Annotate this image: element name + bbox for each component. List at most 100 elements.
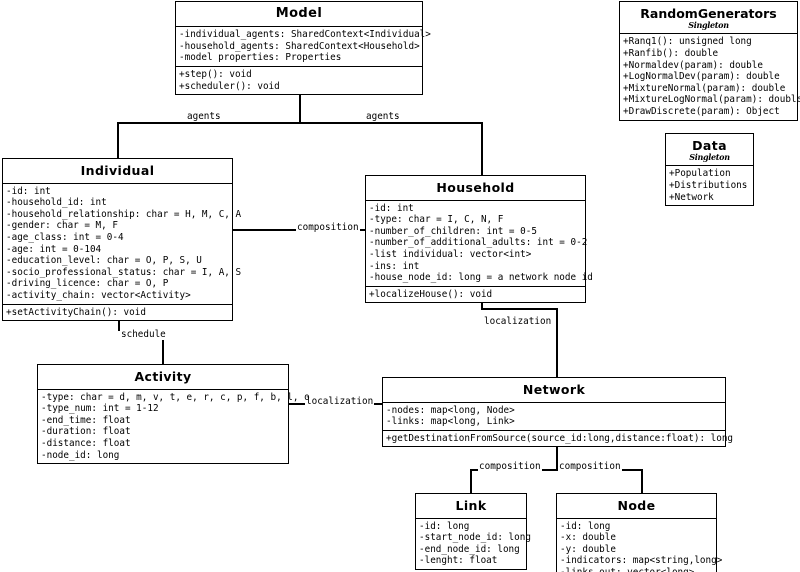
class-operation: +MixtureNormal(param): double: [623, 82, 786, 94]
class-title-network: Network: [383, 378, 725, 403]
edge-label-composition-network-link: composition: [478, 461, 542, 472]
uml-class-diagram: agents agents composition schedule local…: [0, 0, 800, 572]
class-attribute: -duration: float: [41, 426, 131, 438]
class-attributes-link: -id: long -start_node_id: long -end_node…: [416, 519, 531, 569]
class-attribute: -driving_licence: char = O, P: [6, 278, 169, 290]
class-box-individual[interactable]: Individual -id: int -household_id: int -…: [2, 158, 242, 322]
edge-label-composition-network-node: composition: [558, 461, 622, 472]
class-attributes-node: -id: long -x: double -y: double -indicat…: [557, 519, 723, 572]
class-attribute: -ins: int: [369, 260, 420, 272]
class-attribute: -type: char = d, m, v, t, e, r, c, p, f,…: [41, 391, 310, 403]
class-box-random-generators[interactable]: RandomGenerators Singleton +Ranq1(): uns…: [619, 1, 800, 121]
class-operation: +scheduler(): void: [179, 80, 280, 92]
class-attributes-individual: -id: int -household_id: int -household_r…: [3, 184, 242, 304]
connector-network-link: [470, 469, 472, 494]
class-attribute: -id: long: [419, 520, 470, 532]
class-attribute: -household_id: int: [6, 197, 107, 209]
class-attribute: -id: int: [369, 202, 414, 214]
class-box-activity[interactable]: Activity -type: char = d, m, v, t, e, r,…: [37, 364, 310, 465]
class-operation: +DrawDiscrete(param): Object: [623, 105, 780, 117]
class-attribute: -type: char = I, C, N, F: [369, 214, 504, 226]
class-title-link: Link: [416, 494, 526, 519]
class-operation: +Ranq1(): unsigned long: [623, 36, 752, 48]
class-title-random-generators: RandomGenerators Singleton: [620, 2, 797, 35]
class-operations-random-generators: +Ranq1(): unsigned long +Ranfib(): doubl…: [620, 34, 800, 119]
class-attribute: -end_node_id: long: [419, 543, 520, 555]
class-attributes-network: -nodes: map<long, Node> -links: map<long…: [383, 403, 725, 430]
class-operation: +LogNormalDev(param): double: [623, 71, 780, 83]
connector-localization-bend: [481, 308, 557, 310]
class-title-text: RandomGenerators: [640, 6, 777, 21]
class-attribute: -id: long: [560, 520, 611, 532]
class-operation: +setActivityChain(): void: [6, 306, 146, 318]
edge-label-agents-household: agents: [365, 111, 401, 122]
class-attribute: -age_class: int = 0-4: [6, 232, 124, 243]
class-operation: +Normaldev(param): double: [623, 59, 763, 71]
class-attribute: -activity_chain: vector<Activity>: [6, 289, 191, 301]
class-attribute: +Network: [669, 191, 714, 203]
connector-model-individual: [117, 122, 119, 159]
edge-label-schedule: schedule: [120, 329, 167, 340]
class-operation: +getDestinationFromSource(source_id:long…: [386, 432, 734, 444]
class-attribute: -individual_agents: SharedContext<Indivi…: [179, 29, 431, 41]
class-attribute: -household_relationship: char = H, M, C,…: [6, 208, 242, 220]
class-box-model[interactable]: Model -individual_agents: SharedContext<…: [175, 1, 431, 96]
class-attribute: -age: int = 0-104: [6, 243, 102, 255]
class-attribute: -number_of_additional_adults: int = 0-2: [369, 237, 588, 249]
class-attribute: -id: int: [6, 185, 51, 197]
class-attribute: -links_out: vector<long>: [559, 567, 714, 572]
class-title-household: Household: [366, 176, 585, 201]
edge-label-agents-individual: agents: [186, 111, 222, 122]
class-title-text: Data: [692, 138, 727, 153]
class-attribute: -links: map<long, Link>: [386, 416, 515, 428]
class-attribute: -end_time: float: [41, 414, 131, 426]
connector-localization-network: [556, 308, 558, 377]
class-attribute: -nodes: map<long, Node>: [386, 404, 515, 416]
class-attribute: +Population: [669, 168, 731, 180]
class-attribute: +Distributions: [669, 180, 748, 192]
connector-network-node: [641, 469, 643, 494]
connector-model-household: [481, 122, 483, 175]
class-attribute: -list individual: vector<int>: [369, 249, 532, 260]
class-operation: +localizeHouse(): void: [369, 288, 493, 300]
class-attributes-model: -individual_agents: SharedContext<Indivi…: [176, 27, 431, 66]
class-stereotype: Singleton: [688, 19, 729, 30]
class-operations-individual: +setActivityChain(): void: [3, 303, 232, 321]
class-attribute: -house_node_id: long = a network node id: [369, 272, 593, 284]
class-attribute: -type_num: int = 1-12: [41, 403, 159, 415]
class-title-node: Node: [557, 494, 716, 519]
class-attribute: -socio_professional_status: char = I, A,…: [6, 266, 242, 278]
class-attribute: -lenght: float: [419, 555, 498, 567]
class-attribute: -y: double: [560, 543, 616, 555]
class-attribute: -node_id: long: [41, 449, 120, 461]
class-box-data[interactable]: Data Singleton +Population +Distribution…: [665, 133, 754, 207]
class-attribute: -indicators: map<string,long>: [560, 555, 723, 567]
class-box-link[interactable]: Link -id: long -start_node_id: long -end…: [415, 493, 531, 570]
class-attributes-data: +Population +Distributions +Network: [666, 166, 753, 205]
class-attribute: -distance: float: [41, 438, 131, 449]
class-operation: +Ranfib(): double: [623, 48, 719, 60]
class-box-network[interactable]: Network -nodes: map<long, Node> -links: …: [382, 377, 734, 448]
class-stereotype: Singleton: [689, 151, 730, 162]
class-title-model: Model: [176, 2, 422, 28]
class-attributes-household: -id: int -type: char = I, C, N, F -numbe…: [366, 201, 593, 286]
class-operations-model: +step(): void +scheduler(): void: [176, 66, 422, 94]
edge-label-localization-activity-network: localization: [305, 396, 375, 407]
class-operations-household: +localizeHouse(): void: [366, 285, 585, 303]
class-operations-network: +getDestinationFromSource(source_id:long…: [383, 429, 734, 447]
class-operation: +step(): void: [179, 69, 252, 81]
class-operation: +MixtureLogNormal(param): double: [623, 94, 800, 106]
class-attribute: -x: double: [560, 532, 616, 544]
class-box-node[interactable]: Node -id: long -x: double -y: double -in…: [556, 493, 723, 572]
class-title-activity: Activity: [38, 365, 288, 390]
class-attribute: -household_agents: SharedContext<Househo…: [179, 40, 420, 52]
class-attribute: -gender: char = M, F: [6, 220, 118, 232]
edge-label-localization-household-network: localization: [483, 316, 553, 327]
connector-agents-bus: [117, 122, 482, 124]
class-attributes-activity: -type: char = d, m, v, t, e, r, c, p, f,…: [38, 390, 310, 464]
class-attribute: -model properties: Properties: [179, 52, 342, 64]
class-title-data: Data Singleton: [666, 134, 753, 167]
class-attribute: -number_of_children: int = 0-5: [369, 225, 537, 237]
edge-label-composition-individual-household: composition: [296, 222, 360, 233]
class-box-household[interactable]: Household -id: int -type: char = I, C, N…: [365, 175, 593, 304]
